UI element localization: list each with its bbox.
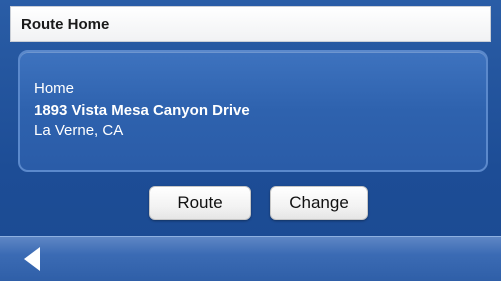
route-home-screen: Route Home Home 1893 Vista Mesa Canyon D…: [0, 0, 501, 281]
change-button[interactable]: Change: [270, 186, 368, 220]
destination-street: 1893 Vista Mesa Canyon Drive: [34, 102, 250, 119]
change-button-label: Change: [289, 193, 349, 212]
destination-address-panel: Home 1893 Vista Mesa Canyon Drive La Ver…: [18, 50, 488, 172]
route-button[interactable]: Route: [149, 186, 251, 220]
route-button-label: Route: [177, 193, 223, 212]
screen-title-bar: Route Home: [10, 6, 491, 42]
back-arrow-icon[interactable]: [24, 247, 40, 271]
destination-name: Home: [34, 80, 75, 97]
destination-city-state: La Verne, CA: [34, 122, 124, 139]
bottom-toolbar: [0, 236, 501, 281]
page-title: Route Home: [21, 15, 110, 33]
